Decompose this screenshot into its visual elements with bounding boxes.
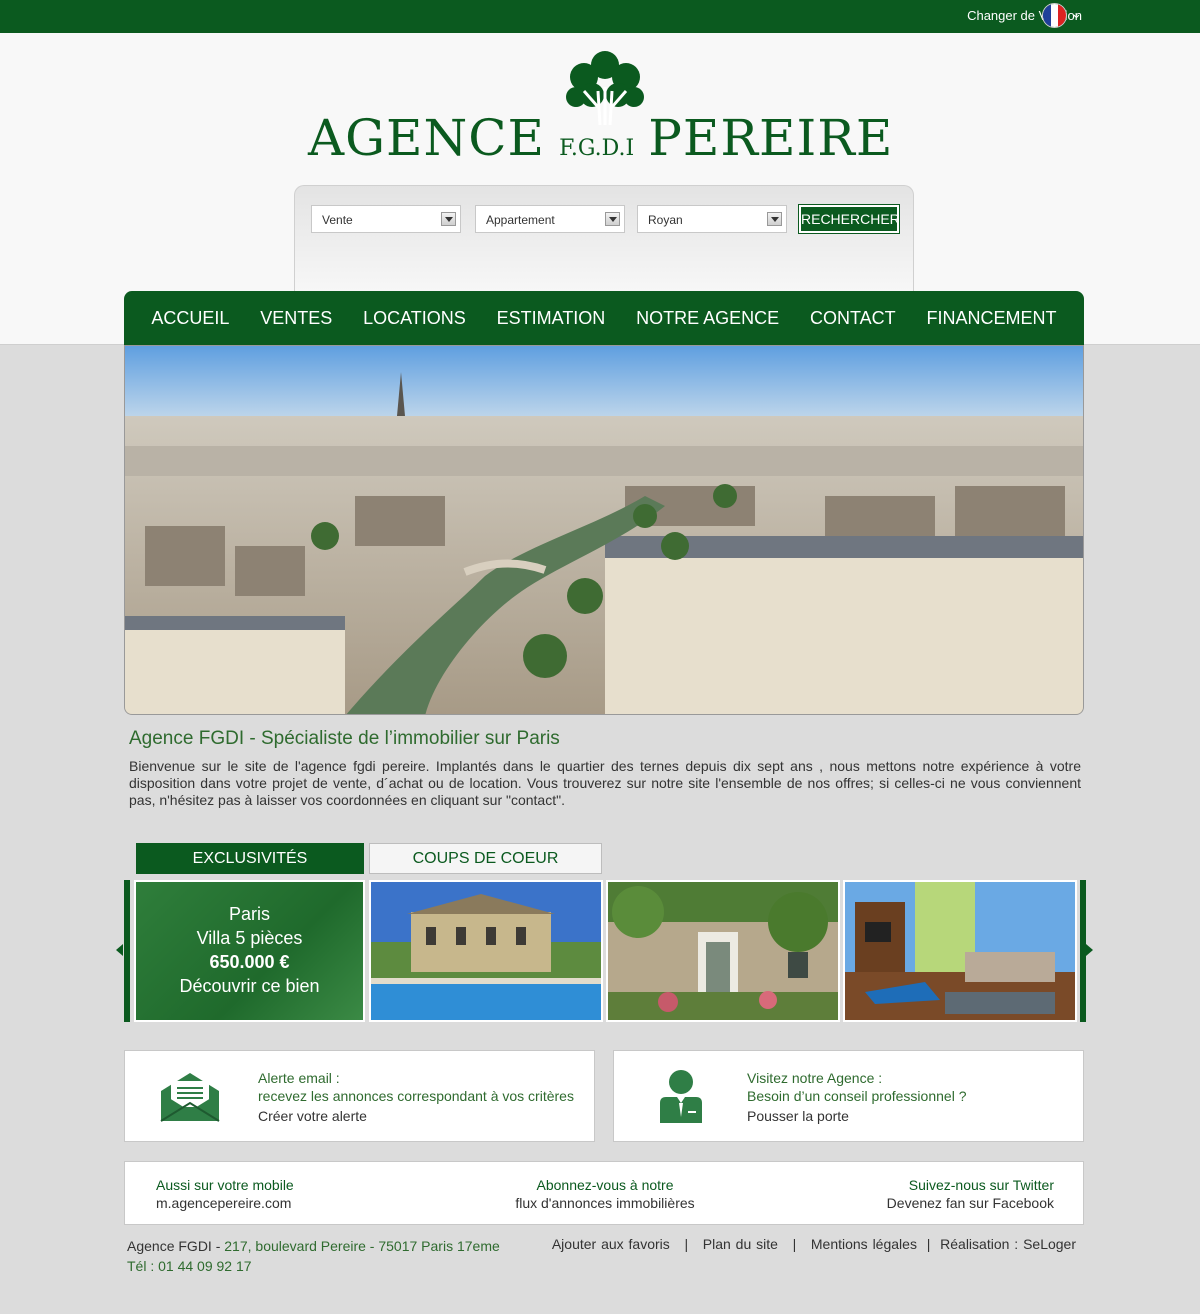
- flag-fr-icon[interactable]: [1042, 3, 1067, 28]
- property-photo-villa-pool[interactable]: [369, 880, 603, 1022]
- dropdown-arrow-icon: [441, 212, 456, 226]
- nav-ventes[interactable]: VENTES: [260, 308, 332, 329]
- footer-agency: Agence FGDI -: [127, 1238, 225, 1254]
- featured-cta[interactable]: Découvrir ce bien: [136, 974, 363, 998]
- brand-logo-text[interactable]: AGENCE F.G.D.I PEREIRE: [308, 109, 908, 167]
- alert-title: Alerte email :: [258, 1070, 340, 1086]
- carousel-right-icon[interactable]: [1086, 944, 1093, 956]
- top-bar: Changer de Version ⌄: [0, 0, 1200, 33]
- transaction-select[interactable]: Vente: [311, 205, 461, 233]
- visit-agency-box[interactable]: Visitez notre Agence : Besoin d’un conse…: [613, 1050, 1084, 1142]
- nav-locations[interactable]: LOCATIONS: [363, 308, 466, 329]
- twitter-link[interactable]: Suivez-nous sur Twitter: [887, 1176, 1054, 1194]
- footer-address: Agence FGDI - 217, boulevard Pereire - 7…: [127, 1236, 500, 1276]
- property-type-value: Appartement: [486, 213, 555, 227]
- envelope-icon: [160, 1073, 220, 1122]
- person-icon: [660, 1070, 702, 1123]
- social-strip: Aussi sur votre mobile m.agencepereire.c…: [124, 1161, 1084, 1225]
- email-alert-box[interactable]: Alerte email : recevez les annonces corr…: [124, 1050, 595, 1142]
- search-button[interactable]: RECHERCHER: [798, 204, 900, 234]
- transaction-value: Vente: [322, 213, 353, 227]
- villa-pool-photo: [371, 882, 601, 1020]
- stone-house-photo: [608, 882, 838, 1020]
- property-type-select[interactable]: Appartement: [475, 205, 625, 233]
- tab-coups-de-coeur[interactable]: COUPS DE COEUR: [369, 843, 602, 874]
- hero-image: [124, 345, 1084, 715]
- city-value: Royan: [648, 213, 683, 227]
- nav-financement[interactable]: FINANCEMENT: [927, 308, 1057, 329]
- nav-contact[interactable]: CONTACT: [810, 308, 896, 329]
- agency-description: Besoin d’un conseil professionnel ?: [747, 1088, 967, 1104]
- tab-exclusivites[interactable]: EXCLUSIVITÉS: [136, 843, 364, 874]
- main-nav: ACCUEIL VENTES LOCATIONS ESTIMATION NOTR…: [124, 291, 1084, 345]
- social-block[interactable]: Suivez-nous sur Twitter Devenez fan sur …: [887, 1176, 1054, 1212]
- alert-description: recevez les annonces correspondant à vos…: [258, 1088, 574, 1104]
- nav-accueil[interactable]: ACCUEIL: [151, 308, 229, 329]
- living-room-photo: [845, 882, 1075, 1020]
- paris-aerial-photo: [125, 346, 1083, 714]
- property-photo-stone-house[interactable]: [606, 880, 840, 1022]
- property-photo-living-room[interactable]: [843, 880, 1077, 1022]
- featured-type: Villa 5 pièces: [196, 928, 303, 948]
- nav-notre-agence[interactable]: NOTRE AGENCE: [636, 308, 779, 329]
- intro-text: Bienvenue sur le site de l'agence fgdi p…: [129, 758, 1081, 808]
- logo-right-text: PEREIRE: [648, 109, 894, 167]
- visit-agency-link[interactable]: Pousser la porte: [747, 1108, 849, 1124]
- logo-middle-text: F.G.D.I: [559, 136, 635, 161]
- dropdown-arrow-icon: [605, 212, 620, 226]
- nav-estimation[interactable]: ESTIMATION: [497, 308, 606, 329]
- featured-city: Paris: [228, 904, 270, 924]
- featured-property-card[interactable]: Paris Villa 5 pièces 650.000 € Découvrir…: [134, 880, 365, 1022]
- logo-left-text: AGENCE: [308, 109, 546, 167]
- intro-title: Agence FGDI - Spécialiste de l’immobilie…: [129, 728, 560, 749]
- footer-links[interactable]: Ajouter aux favoris | Plan du site | Men…: [552, 1236, 1076, 1252]
- facebook-link[interactable]: Devenez fan sur Facebook: [887, 1194, 1054, 1212]
- city-select[interactable]: Royan: [637, 205, 787, 233]
- carousel-left-bar: [124, 880, 130, 1022]
- footer-street: 217, boulevard Pereire - 75017 Paris 17e…: [224, 1238, 500, 1254]
- dropdown-arrow-icon: [767, 212, 782, 226]
- carousel-left-icon[interactable]: [116, 944, 123, 956]
- search-panel: Vente Appartement Royan RECHERCHER: [294, 185, 914, 291]
- agency-title: Visitez notre Agence :: [747, 1070, 883, 1086]
- featured-price: 650.000 €: [209, 952, 290, 972]
- create-alert-link[interactable]: Créer votre alerte: [258, 1108, 367, 1124]
- chevron-down-icon[interactable]: ⌄: [1071, 6, 1082, 22]
- footer-phone: Tél : 01 44 09 92 17: [127, 1258, 252, 1274]
- footer-address-line: Agence FGDI - 217, boulevard Pereire - 7…: [127, 1236, 500, 1256]
